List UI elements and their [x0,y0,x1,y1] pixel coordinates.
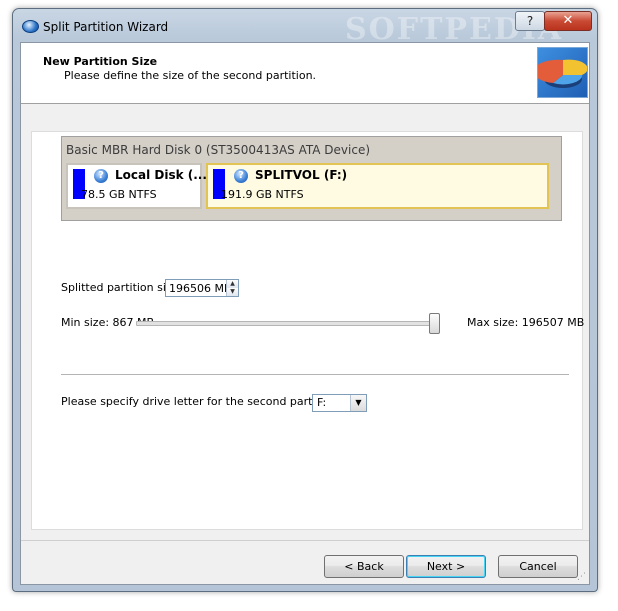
drive-letter-select[interactable]: F: ▼ [312,394,367,412]
next-button[interactable]: Next > [406,555,486,578]
disk-map: Basic MBR Hard Disk 0 (ST3500413AS ATA D… [61,136,562,221]
window-title: Split Partition Wizard [43,20,169,34]
drive-letter-value: F: [317,396,327,409]
drive-letter-label: Please specify drive letter for the seco… [61,395,341,408]
max-size-label: Max size: 196507 MB [467,316,585,329]
back-button[interactable]: < Back [324,555,404,578]
close-button[interactable]: ✕ [544,11,592,31]
unknown-filesystem-icon: ? [94,169,108,183]
title-bar[interactable]: Split Partition Wizard SOFTPEDIA ? ✕ [13,9,597,47]
wizard-window: Split Partition Wizard SOFTPEDIA ? ✕ New… [12,8,598,592]
page-subtitle: Please define the size of the second par… [64,69,317,82]
content-panel: Basic MBR Hard Disk 0 (ST3500413AS ATA D… [31,131,585,530]
partition-splitvol[interactable]: ? SPLITVOL (F:) 191.9 GB NTFS [206,163,549,209]
dropdown-arrow-icon[interactable]: ▼ [350,395,366,411]
page-title: New Partition Size [43,55,158,68]
spin-down-button[interactable]: ▼ [227,288,238,296]
divider [61,374,569,375]
partition-size: 191.9 GB NTFS [221,188,304,201]
partition-name: Local Disk (... [115,168,207,182]
wizard-header: New Partition Size Please define the siz… [21,43,589,104]
app-icon [22,20,39,33]
resize-grip-icon[interactable]: ⋰ [577,572,587,582]
partition-size-input[interactable] [166,280,227,296]
size-label: Splitted partition size: [61,281,183,294]
partition-size-spinner[interactable]: ▲ ▼ [165,279,239,297]
partition-size: 78.5 GB NTFS [81,188,157,201]
disk-title: Basic MBR Hard Disk 0 (ST3500413AS ATA D… [66,143,371,157]
wizard-body: New Partition Size Please define the siz… [20,42,590,585]
help-button[interactable]: ? [515,11,545,31]
spinner-buttons: ▲ ▼ [226,280,238,296]
partition-name: SPLITVOL (F:) [255,168,348,182]
size-slider-thumb[interactable] [429,313,440,334]
footer-separator [21,540,589,541]
cancel-button[interactable]: Cancel [498,555,578,578]
unknown-filesystem-icon: ? [234,169,248,183]
size-slider-track[interactable] [136,321,438,326]
pie-chart-icon [533,47,588,98]
partition-local-disk[interactable]: ? Local Disk (... 78.5 GB NTFS [66,163,207,209]
